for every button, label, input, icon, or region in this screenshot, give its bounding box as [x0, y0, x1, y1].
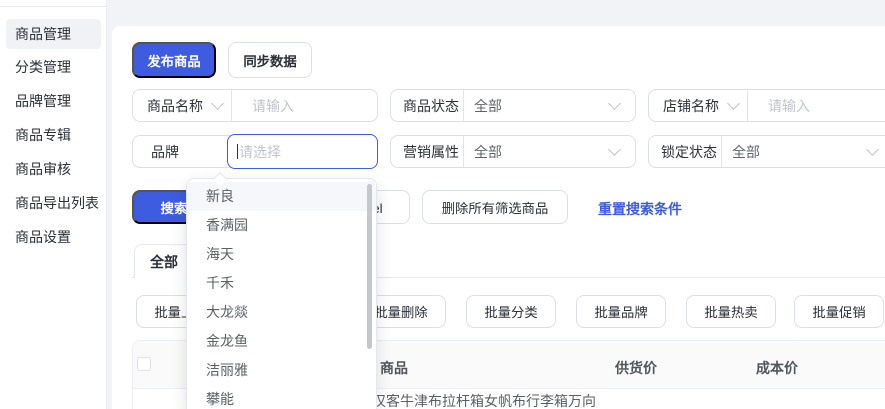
- brand-option[interactable]: 攀能: [187, 385, 376, 409]
- lock-status-select-value[interactable]: 全部: [722, 142, 760, 162]
- chevron-down-icon: [211, 97, 224, 110]
- brand-option[interactable]: 新良: [187, 182, 376, 211]
- sidebar-item-product-review[interactable]: 商品审核: [6, 154, 101, 184]
- chevron-down-icon: [608, 143, 621, 156]
- product-status-select-value[interactable]: 全部: [464, 96, 502, 116]
- brand-dropdown-menu: 新良 香满园 海天 千禾 大龙燚 金龙鱼 洁丽雅 攀能: [186, 178, 377, 409]
- column-header-cost-price: 成本价: [756, 358, 798, 378]
- filter-label: 品牌: [133, 142, 179, 162]
- column-header-product: 商品: [380, 358, 408, 378]
- filter-product-name[interactable]: 商品名称 请输入: [132, 89, 378, 122]
- filter-label: 商品名称: [147, 96, 203, 116]
- product-name-field-select[interactable]: 商品名称: [133, 96, 231, 116]
- brand-option[interactable]: 大龙燚: [187, 298, 376, 327]
- tab-all[interactable]: 全部: [134, 244, 194, 278]
- chevron-down-icon: [727, 97, 740, 110]
- batch-category-button[interactable]: 批量分类: [466, 295, 556, 328]
- shop-name-input[interactable]: 请输入: [748, 96, 810, 116]
- delete-filtered-products-button[interactable]: 删除所有筛选商品: [422, 190, 568, 224]
- batch-hot-sale-button[interactable]: 批量热卖: [686, 295, 776, 328]
- brand-option[interactable]: 香满园: [187, 211, 376, 240]
- sidebar-item-product-settings[interactable]: 商品设置: [6, 222, 101, 252]
- filter-shop-name[interactable]: 店铺名称 请输入: [648, 89, 885, 122]
- sidebar: 商品管理 分类管理 品牌管理 商品专辑 商品审核 商品导出列表 商品设置: [0, 0, 107, 409]
- marketing-select-value[interactable]: 全部: [464, 142, 502, 162]
- sidebar-item-category-management[interactable]: 分类管理: [6, 52, 101, 82]
- filter-marketing-attribute[interactable]: 营销属性 全部: [390, 135, 636, 168]
- sidebar-item-product-export-list[interactable]: 商品导出列表: [6, 188, 101, 218]
- column-header-supply-price: 供货价: [615, 358, 657, 378]
- product-management-page: 商品管理 分类管理 品牌管理 商品专辑 商品审核 商品导出列表 商品设置 发布商…: [0, 0, 885, 409]
- brand-option[interactable]: 金龙鱼: [187, 327, 376, 356]
- filter-label: 锁定状态: [649, 142, 721, 162]
- brand-option[interactable]: 千禾: [187, 269, 376, 298]
- publish-product-button[interactable]: 发布商品: [132, 42, 216, 78]
- filter-product-status[interactable]: 商品状态 全部: [390, 89, 636, 122]
- batch-promotion-button[interactable]: 批量促销: [794, 295, 884, 328]
- reset-search-link[interactable]: 重置搜索条件: [598, 199, 682, 219]
- filter-label: 店铺名称: [663, 96, 719, 116]
- batch-brand-button[interactable]: 批量品牌: [576, 295, 666, 328]
- select-all-checkbox[interactable]: [137, 357, 151, 371]
- sidebar-item-brand-management[interactable]: 品牌管理: [6, 86, 101, 116]
- dropdown-scrollbar-thumb[interactable]: [367, 184, 372, 349]
- brand-placeholder: 请选择: [239, 142, 281, 162]
- product-name-input[interactable]: 请输入: [232, 96, 294, 116]
- sidebar-top-divider: [0, 6, 106, 7]
- chevron-down-icon: [608, 97, 621, 110]
- table-row-product-name: 汉客牛津布拉杆箱女帆布行李箱万向: [372, 391, 596, 409]
- brand-select-input[interactable]: 请选择: [227, 134, 378, 169]
- chevron-down-icon: [866, 143, 879, 156]
- filter-lock-status[interactable]: 锁定状态 全部: [648, 135, 885, 168]
- shop-name-field-select[interactable]: 店铺名称: [649, 96, 747, 116]
- filter-label: 营销属性: [391, 142, 463, 162]
- filter-label: 商品状态: [391, 96, 463, 116]
- brand-option[interactable]: 海天: [187, 240, 376, 269]
- text-caret: [237, 144, 238, 159]
- sidebar-item-product-album[interactable]: 商品专辑: [6, 120, 101, 150]
- brand-option[interactable]: 洁丽雅: [187, 356, 376, 385]
- sidebar-item-product-management[interactable]: 商品管理: [6, 19, 101, 49]
- sync-data-button[interactable]: 同步数据: [228, 42, 312, 78]
